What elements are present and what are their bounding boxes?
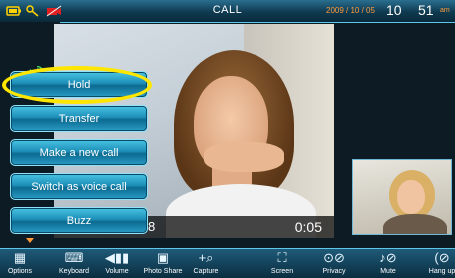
- self-view-thumbnail[interactable]: [352, 159, 452, 235]
- make-new-call-button[interactable]: Make a new call: [10, 139, 148, 166]
- mute-icon: ♪⊘: [379, 250, 397, 265]
- bottom-toolbar: ▦ Options ⌨ Keyboard ◀▮▮ Volume ▣ Photo …: [0, 248, 455, 278]
- mute-label: Mute: [380, 268, 396, 275]
- call-screen: CALL 2009 / 10 / 05 10 51 am 8 0:05 Hold…: [0, 0, 455, 278]
- screen-label: Screen: [270, 268, 294, 275]
- remote-person-arm: [204, 142, 284, 172]
- screen-button[interactable]: ⛶ Screen: [264, 249, 300, 278]
- volume-icon: ◀▮▮: [104, 250, 130, 265]
- options-button[interactable]: ▦ Options: [2, 249, 38, 278]
- grid-icon: ▦: [13, 250, 27, 265]
- status-bar: CALL 2009 / 10 / 05 10 51 am: [0, 0, 455, 23]
- scroll-down-arrow-icon[interactable]: [26, 238, 34, 243]
- buzz-button[interactable]: Buzz: [10, 207, 148, 234]
- photo-share-button[interactable]: ▣ Photo Share: [138, 249, 188, 278]
- capture-icon: +⌕: [198, 250, 214, 265]
- privacy-label: Privacy: [322, 268, 346, 275]
- keyboard-icon: ⌨: [64, 250, 84, 265]
- screen-icon: ⛶: [277, 250, 287, 265]
- caller-id: 8: [148, 219, 156, 234]
- self-person-body: [383, 214, 447, 234]
- capture-button[interactable]: +⌕ Capture: [188, 249, 224, 278]
- photo-share-icon: ▣: [156, 250, 170, 265]
- volume-label: Volume: [105, 268, 129, 275]
- volume-button[interactable]: ◀▮▮ Volume: [100, 249, 134, 278]
- keyboard-button[interactable]: ⌨ Keyboard: [54, 249, 94, 278]
- hangup-button[interactable]: (⊘ Hang up: [422, 249, 455, 278]
- hangup-icon: (⊘: [434, 250, 450, 265]
- transfer-button[interactable]: Transfer: [10, 105, 148, 132]
- keyboard-label: Keyboard: [59, 268, 89, 275]
- clock-ampm: am: [440, 7, 450, 14]
- hangup-label: Hang up: [428, 268, 455, 275]
- clock-hour: 10: [386, 2, 402, 18]
- capture-label: Capture: [193, 268, 219, 275]
- mute-button[interactable]: ♪⊘ Mute: [370, 249, 406, 278]
- switch-voice-call-button[interactable]: Switch as voice call: [10, 173, 148, 200]
- photo-share-label: Photo Share: [143, 268, 183, 275]
- hold-highlight-ring: [2, 66, 152, 104]
- clock-minute: 51: [418, 2, 434, 18]
- options-label: Options: [7, 268, 33, 275]
- privacy-icon: ⊙⊘: [323, 250, 345, 265]
- call-timer: 0:05: [294, 219, 322, 235]
- privacy-button[interactable]: ⊙⊘ Privacy: [314, 249, 354, 278]
- date-display: 2009 / 10 / 05: [326, 6, 375, 15]
- self-person-face: [397, 180, 425, 214]
